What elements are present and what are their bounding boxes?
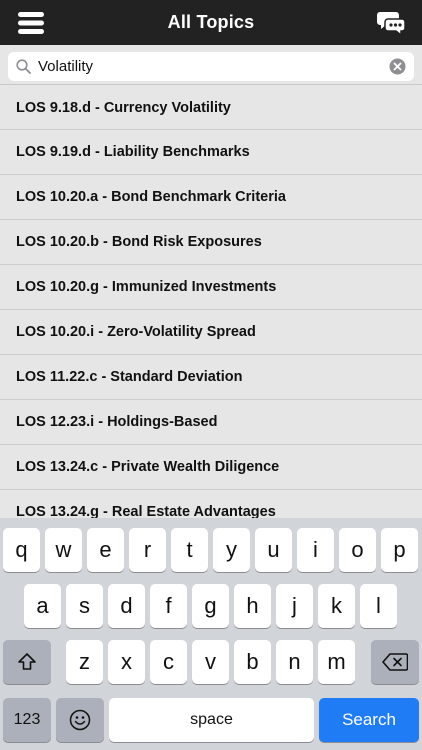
topic-item[interactable]: LOS 13.24.g - Real Estate Advantages xyxy=(0,490,422,518)
key-h[interactable]: h xyxy=(234,584,271,628)
clear-search-icon[interactable] xyxy=(389,58,406,75)
key-c[interactable]: c xyxy=(150,640,187,684)
shift-arrow-icon xyxy=(18,653,36,670)
key-d[interactable]: d xyxy=(108,584,145,628)
topic-item[interactable]: LOS 11.22.c - Standard Deviation xyxy=(0,355,422,400)
key-z[interactable]: z xyxy=(66,640,103,684)
key-a[interactable]: a xyxy=(24,584,61,628)
key-e[interactable]: e xyxy=(87,528,124,572)
key-n[interactable]: n xyxy=(276,640,313,684)
key-i[interactable]: i xyxy=(297,528,334,572)
key-u[interactable]: u xyxy=(255,528,292,572)
key-r[interactable]: r xyxy=(129,528,166,572)
key-q[interactable]: q xyxy=(3,528,40,572)
key-t[interactable]: t xyxy=(171,528,208,572)
topic-item[interactable]: LOS 10.20.i - Zero-Volatility Spread xyxy=(0,310,422,355)
page-title: All Topics xyxy=(167,12,255,32)
space-key[interactable]: space xyxy=(109,698,314,742)
key-k[interactable]: k xyxy=(318,584,355,628)
topic-item[interactable]: LOS 9.18.d - Currency Volatility xyxy=(0,86,422,130)
key-p[interactable]: p xyxy=(381,528,418,572)
numbers-key[interactable]: 123 xyxy=(3,698,51,742)
topic-item[interactable]: LOS 9.19.d - Liability Benchmarks xyxy=(0,130,422,175)
nav-bar: All Topics xyxy=(0,0,422,45)
key-w[interactable]: w xyxy=(45,528,82,572)
backspace-icon xyxy=(382,653,408,671)
search-icon xyxy=(16,59,31,74)
key-m[interactable]: m xyxy=(318,640,355,684)
search-field[interactable] xyxy=(8,52,414,81)
topic-list: LOS 9.18.d - Currency Volatility LOS 9.1… xyxy=(0,86,422,518)
topic-item[interactable]: LOS 10.20.a - Bond Benchmark Criteria xyxy=(0,175,422,220)
key-g[interactable]: g xyxy=(192,584,229,628)
topic-item[interactable]: LOS 10.20.g - Immunized Investments xyxy=(0,265,422,310)
search-input[interactable] xyxy=(38,52,378,81)
menu-button[interactable] xyxy=(8,6,54,40)
keyboard: q w e r t y u i o p a s d f g h j k l z … xyxy=(0,518,422,750)
shift-key[interactable] xyxy=(3,640,51,684)
search-bar xyxy=(0,45,422,85)
key-y[interactable]: y xyxy=(213,528,250,572)
chat-button[interactable] xyxy=(368,5,414,41)
backspace-key[interactable] xyxy=(371,640,419,684)
key-f[interactable]: f xyxy=(150,584,187,628)
search-key[interactable]: Search xyxy=(319,698,419,742)
key-b[interactable]: b xyxy=(234,640,271,684)
key-x[interactable]: x xyxy=(108,640,145,684)
key-v[interactable]: v xyxy=(192,640,229,684)
key-o[interactable]: o xyxy=(339,528,376,572)
chat-bubbles-icon xyxy=(377,12,406,36)
emoji-icon xyxy=(69,709,91,731)
topic-item[interactable]: LOS 12.23.i - Holdings-Based xyxy=(0,400,422,445)
key-l[interactable]: l xyxy=(360,584,397,628)
emoji-key[interactable] xyxy=(56,698,104,742)
topic-item[interactable]: LOS 10.20.b - Bond Risk Exposures xyxy=(0,220,422,265)
key-j[interactable]: j xyxy=(276,584,313,628)
hamburger-menu-icon xyxy=(18,12,44,34)
topic-item[interactable]: LOS 13.24.c - Private Wealth Diligence xyxy=(0,445,422,490)
key-s[interactable]: s xyxy=(66,584,103,628)
